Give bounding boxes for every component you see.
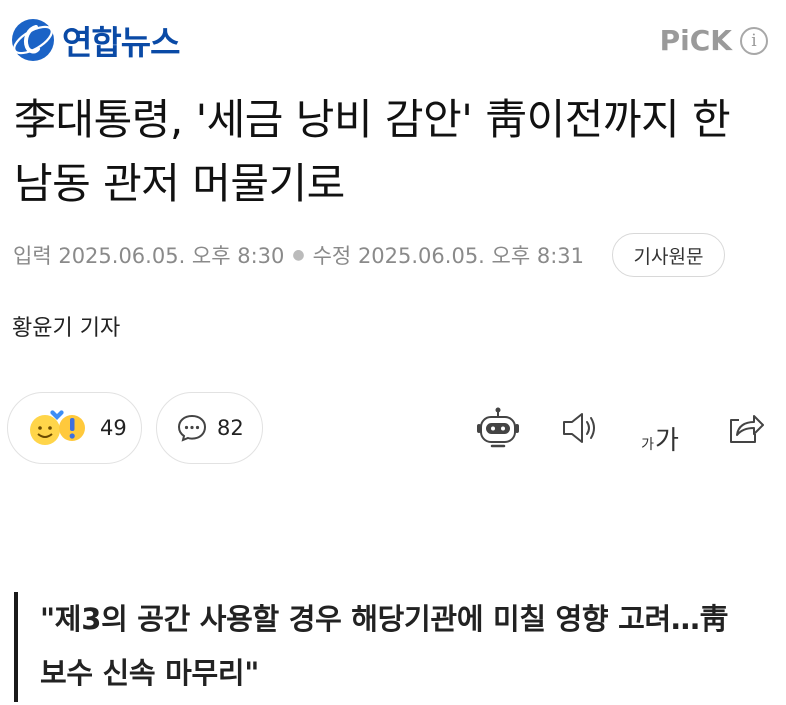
pick-label: PiCK	[659, 24, 732, 57]
ai-summary-button[interactable]	[472, 402, 524, 454]
share-button[interactable]	[719, 402, 771, 454]
font-big-label: 가	[654, 426, 679, 456]
pick-badge[interactable]: PiCK i	[660, 24, 768, 57]
article-headline: 李대통령, '세금 낭비 감안' 靑이전까지 한남동 관저 머물기로	[14, 95, 731, 208]
read-aloud-button[interactable]	[553, 402, 605, 454]
yonhap-logo[interactable]: 연합뉴스	[10, 14, 180, 66]
modified-label: 수정	[312, 244, 352, 268]
modified-time: 2025.06.05. 오후 8:31	[357, 244, 584, 268]
reaction-button[interactable]: 49	[7, 392, 142, 464]
yonhap-logo-icon	[12, 19, 54, 61]
speaker-icon	[563, 413, 595, 443]
comment-count: 82	[217, 416, 244, 440]
robot-icon	[477, 407, 519, 448]
article-meta: 입력 2025.06.05. 오후 8:30 ● 수정 2025.06.05. …	[13, 236, 584, 274]
quote-bar	[14, 592, 18, 702]
font-small-label: 가	[641, 437, 654, 453]
info-icon[interactable]: i	[740, 26, 768, 55]
published-time: 2025.06.05. 오후 8:30	[58, 244, 285, 268]
separator-dot: ●	[292, 247, 305, 263]
reaction-count: 49	[100, 416, 127, 440]
logo-text: 연합뉴스	[62, 23, 180, 62]
comment-button[interactable]: 82	[156, 392, 263, 464]
share-icon	[730, 415, 764, 443]
original-article-button[interactable]: 기사원문	[612, 233, 725, 277]
reaction-emoji-icon	[30, 410, 85, 445]
font-size-button[interactable]: 가가	[634, 402, 686, 454]
reporter-name[interactable]: 황윤기 기자	[12, 310, 120, 342]
article-subheadline: "제3의 공간 사용할 경우 해당기관에 미칠 영향 고려…靑 보수 신속 마무…	[40, 602, 729, 690]
published-label: 입력	[13, 244, 52, 268]
comment-icon	[177, 414, 207, 442]
